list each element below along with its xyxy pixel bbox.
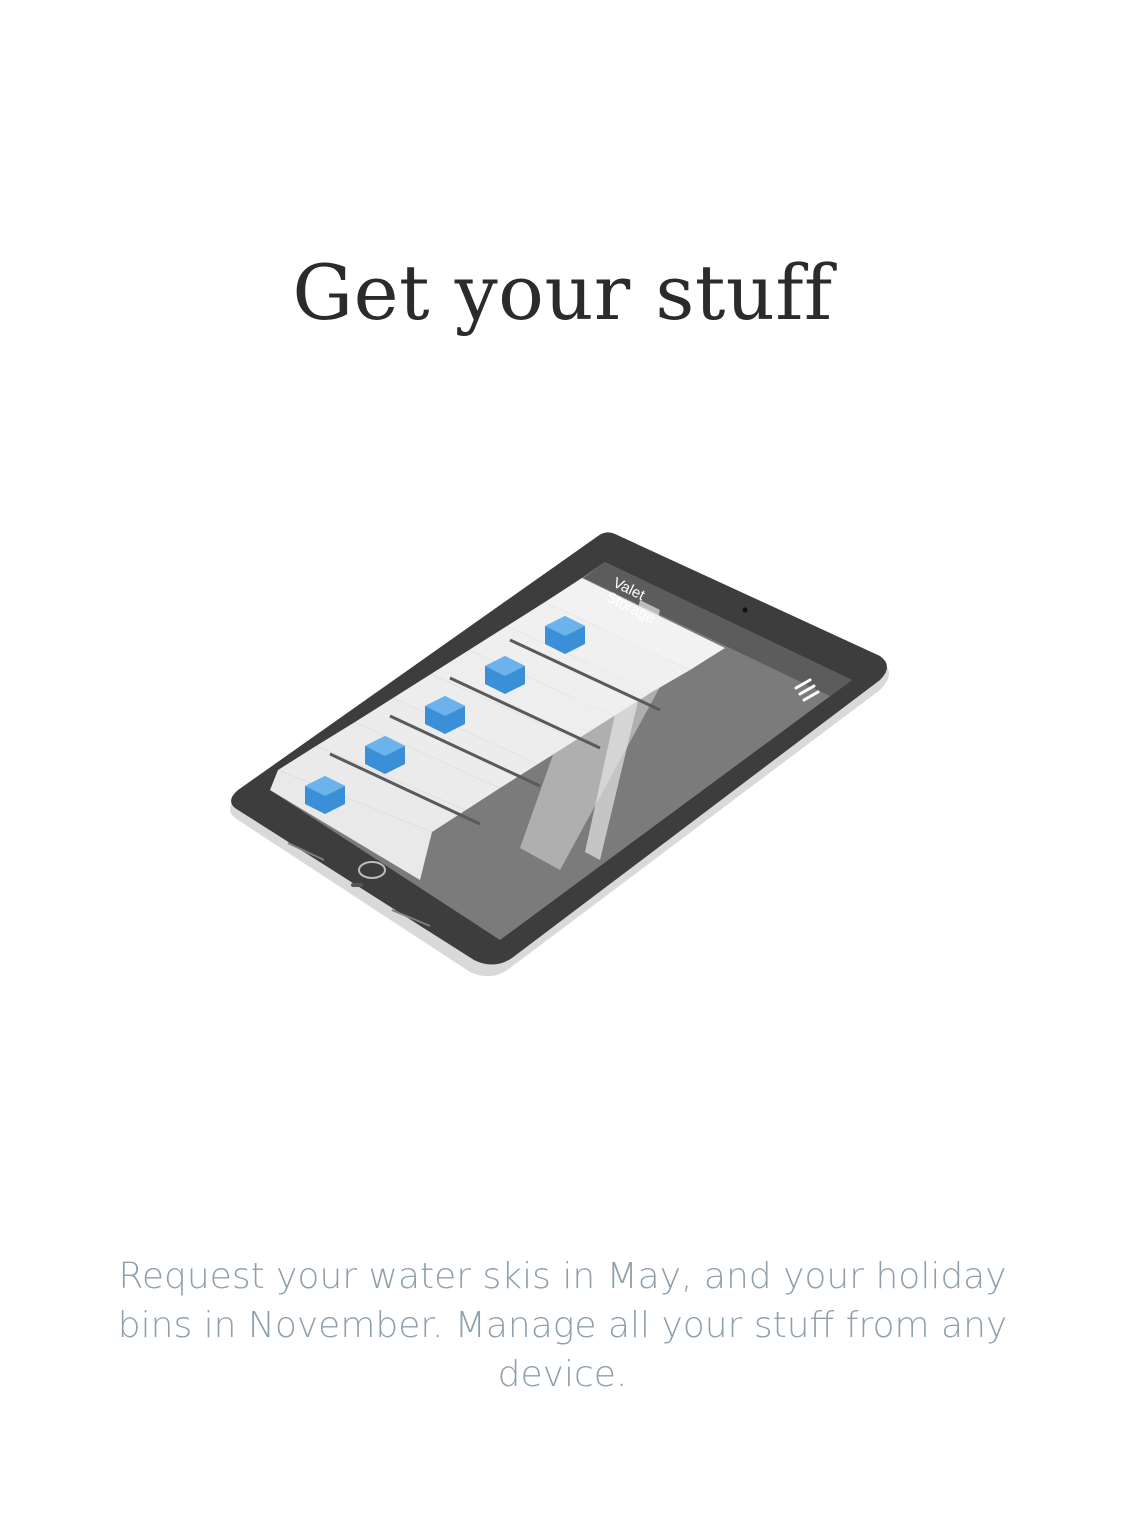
feature-description: Request your water skis in May, and your… [117,1256,1008,1395]
onboarding-screen: Get your stuff Valet Storage Request you… [0,0,1125,1538]
page-title: Get your stuff [292,248,833,337]
tablet-illustration: Valet Storage [230,532,889,977]
